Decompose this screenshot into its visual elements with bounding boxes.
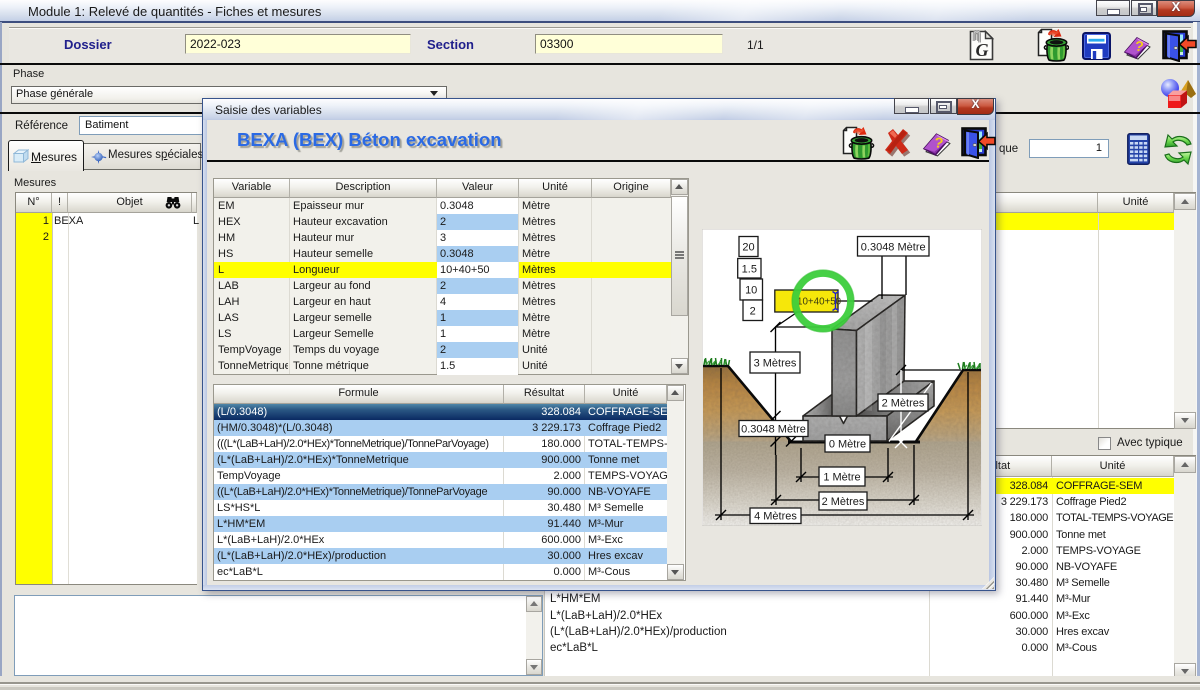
- svg-text:2: 2: [750, 306, 756, 318]
- svg-text:1 Mètre: 1 Mètre: [823, 472, 860, 484]
- svg-text:3 Mètres: 3 Mètres: [754, 358, 797, 370]
- svg-text:2 Mètres: 2 Mètres: [822, 496, 865, 508]
- svg-text:G: G: [976, 40, 989, 60]
- svg-text:0 Mètre: 0 Mètre: [829, 439, 866, 451]
- svg-text:2 Mètres: 2 Mètres: [882, 398, 925, 410]
- svg-text:10: 10: [745, 285, 757, 297]
- svg-text:1.5: 1.5: [742, 264, 757, 276]
- svg-text:4 Mètres: 4 Mètres: [754, 511, 797, 523]
- svg-text:0.3048 Mètre: 0.3048 Mètre: [741, 424, 806, 436]
- svg-text:20: 20: [742, 242, 754, 254]
- svg-text:0.3048 Mètre: 0.3048 Mètre: [861, 242, 926, 254]
